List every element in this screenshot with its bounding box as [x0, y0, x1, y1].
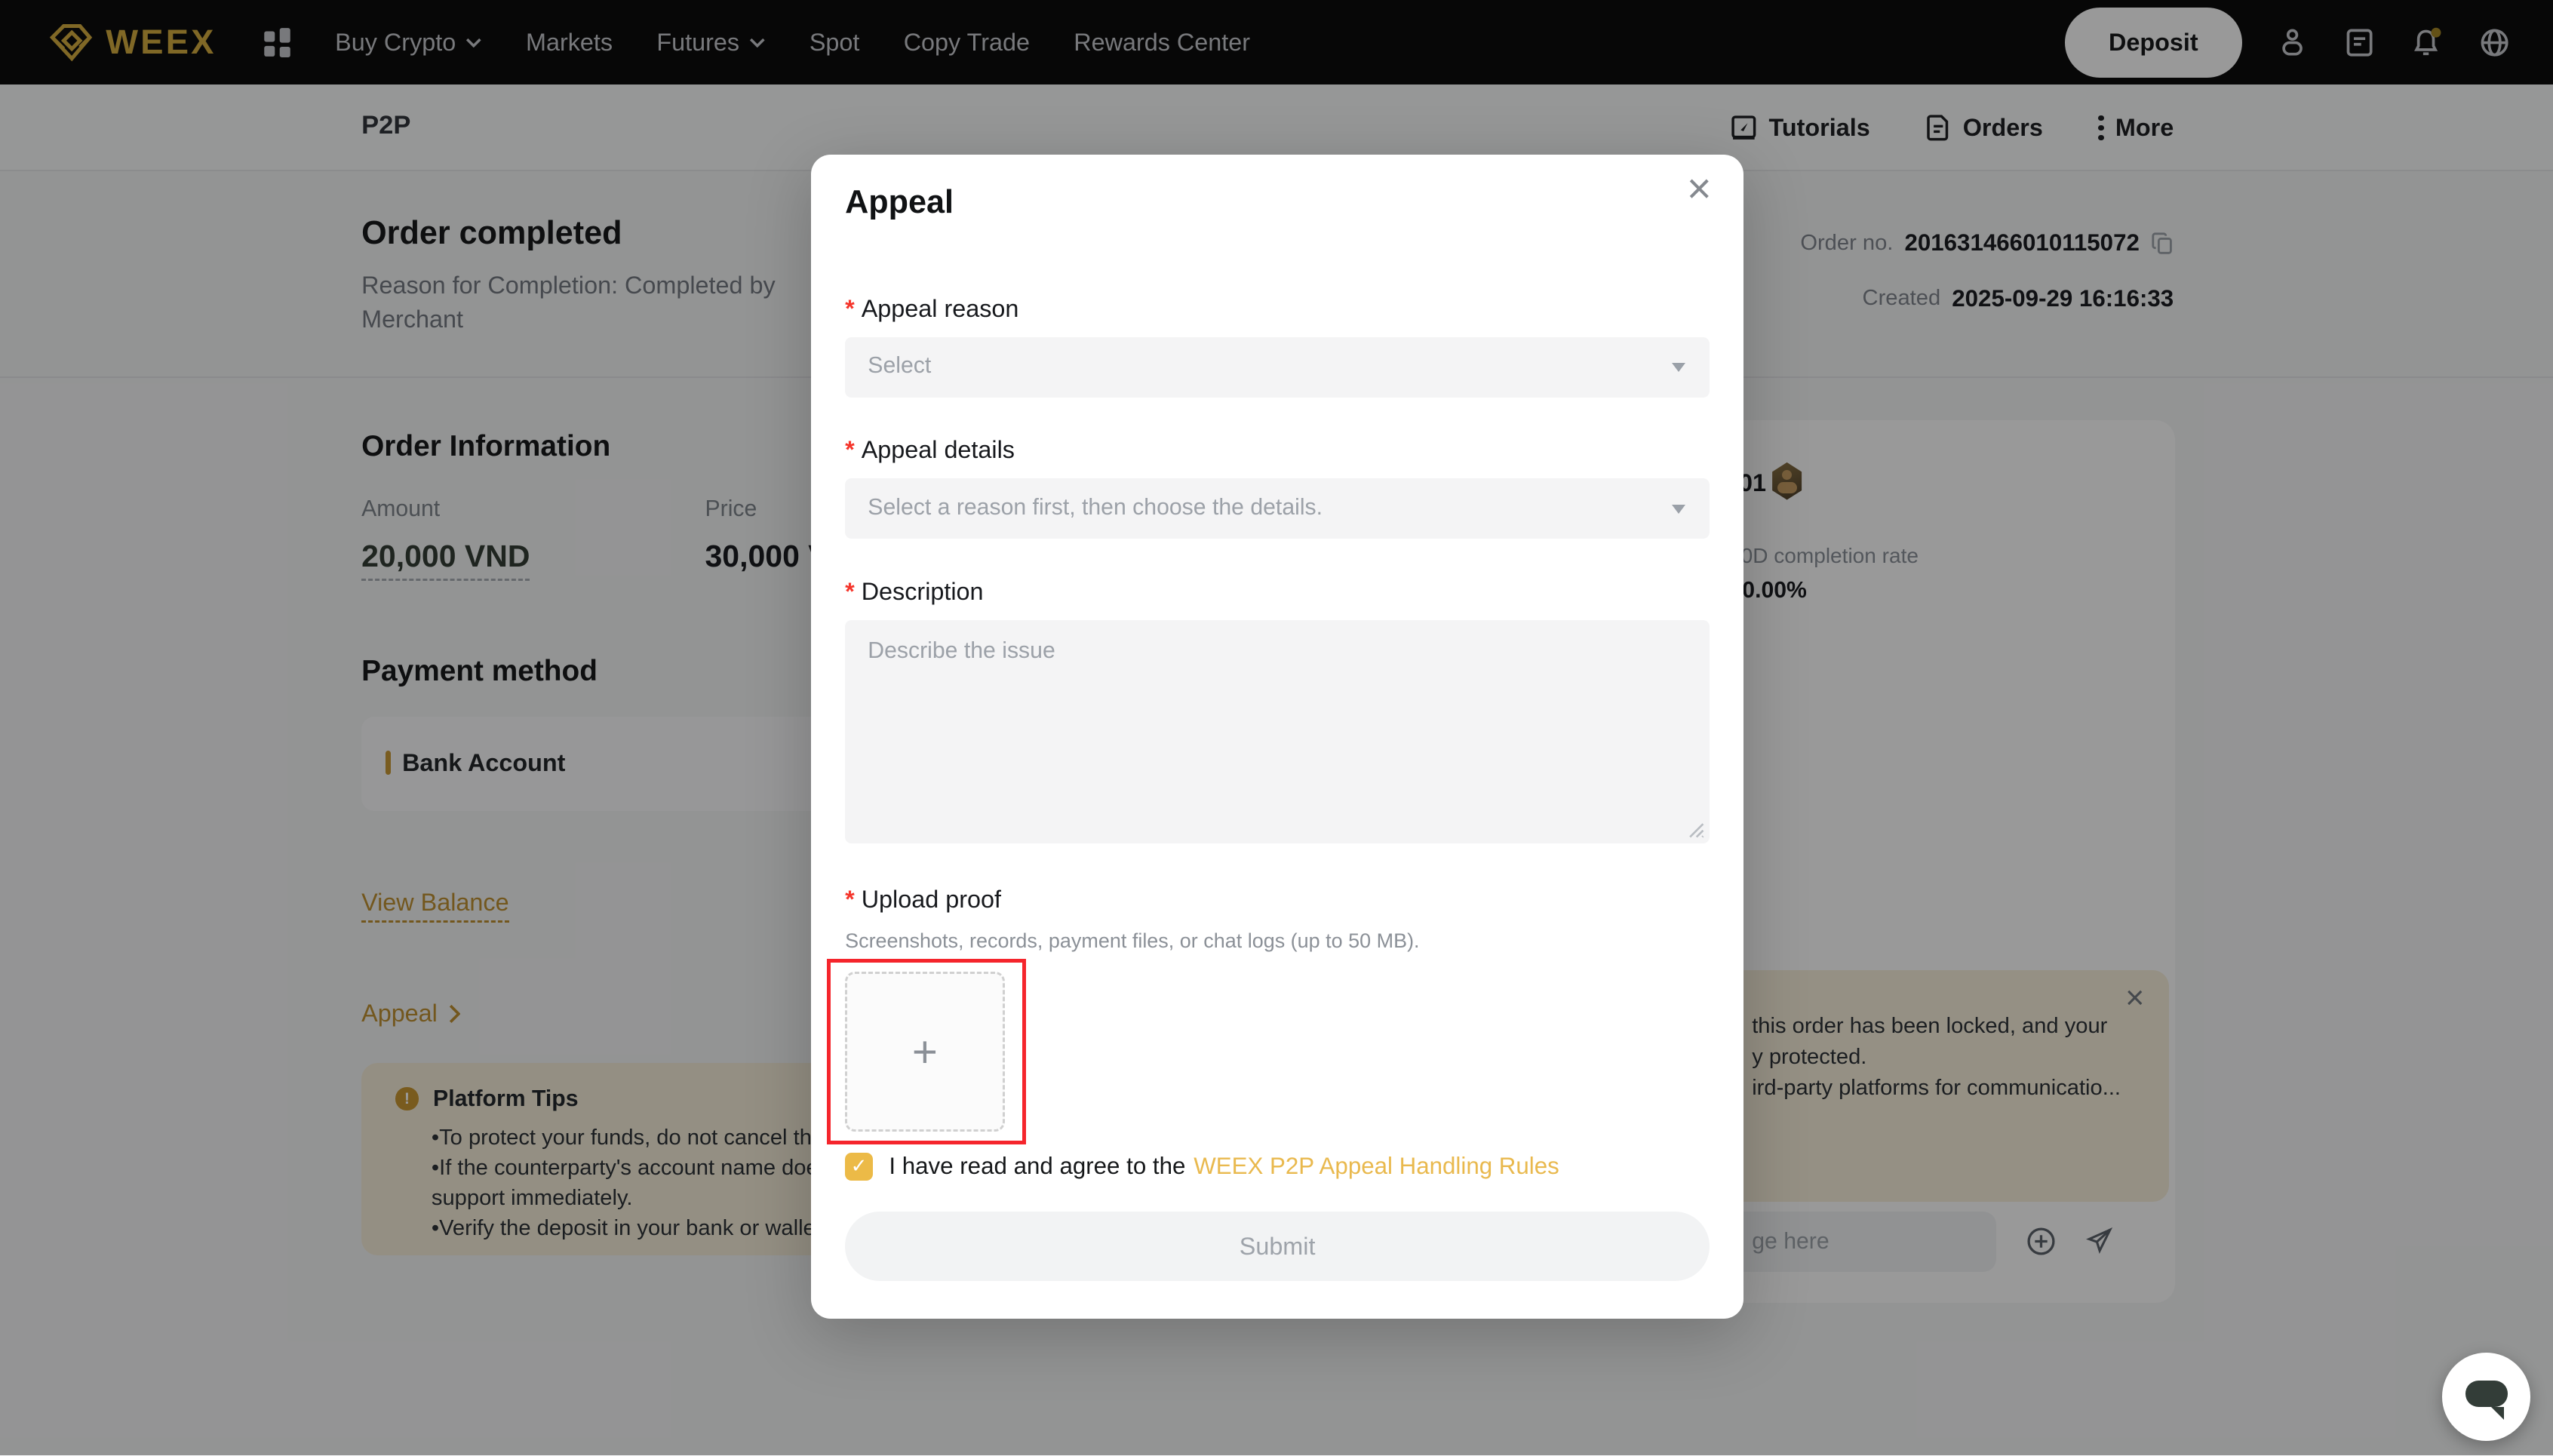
- dropdown-caret-icon: [1672, 363, 1685, 372]
- appeal-details-placeholder: Select a reason first, then choose the d…: [868, 495, 1323, 521]
- p2p-order-page: WEEX Buy Crypto Markets Futures Spot Cop…: [0, 0, 2553, 1455]
- appeal-details-label: Appeal details: [845, 436, 1015, 464]
- chat-bubble-tail: [2491, 1407, 2504, 1420]
- close-icon[interactable]: ×: [1687, 167, 1712, 210]
- appeal-rules-link[interactable]: WEEX P2P Appeal Handling Rules: [1194, 1153, 1559, 1180]
- appeal-reason-label: Appeal reason: [845, 295, 1018, 323]
- appeal-modal-title: Appeal: [845, 184, 954, 221]
- submit-button[interactable]: Submit: [845, 1212, 1710, 1282]
- description-label: Description: [845, 578, 983, 606]
- appeal-reason-select[interactable]: Select: [845, 337, 1710, 398]
- upload-proof-label: Upload proof: [845, 886, 1001, 914]
- agree-text: I have read and agree to the: [889, 1153, 1185, 1180]
- agree-row: ✓ I have read and agree to the WEEX P2P …: [845, 1153, 1559, 1181]
- appeal-details-select[interactable]: Select a reason first, then choose the d…: [845, 478, 1710, 539]
- agree-checkbox[interactable]: ✓: [845, 1153, 873, 1181]
- appeal-modal: Appeal × Appeal reason Select Appeal det…: [811, 155, 1744, 1319]
- description-textarea[interactable]: Describe the issue: [845, 620, 1710, 843]
- upload-proof-hint: Screenshots, records, payment files, or …: [845, 929, 1419, 953]
- appeal-reason-placeholder: Select: [868, 353, 931, 379]
- dropdown-caret-icon: [1672, 505, 1685, 514]
- description-placeholder: Describe the issue: [868, 638, 1055, 664]
- annotation-highlight-rect: [827, 959, 1025, 1144]
- chat-bubble-icon: [2465, 1381, 2508, 1407]
- support-chat-fab[interactable]: [2442, 1353, 2530, 1441]
- resize-grip-icon[interactable]: [1688, 822, 1705, 839]
